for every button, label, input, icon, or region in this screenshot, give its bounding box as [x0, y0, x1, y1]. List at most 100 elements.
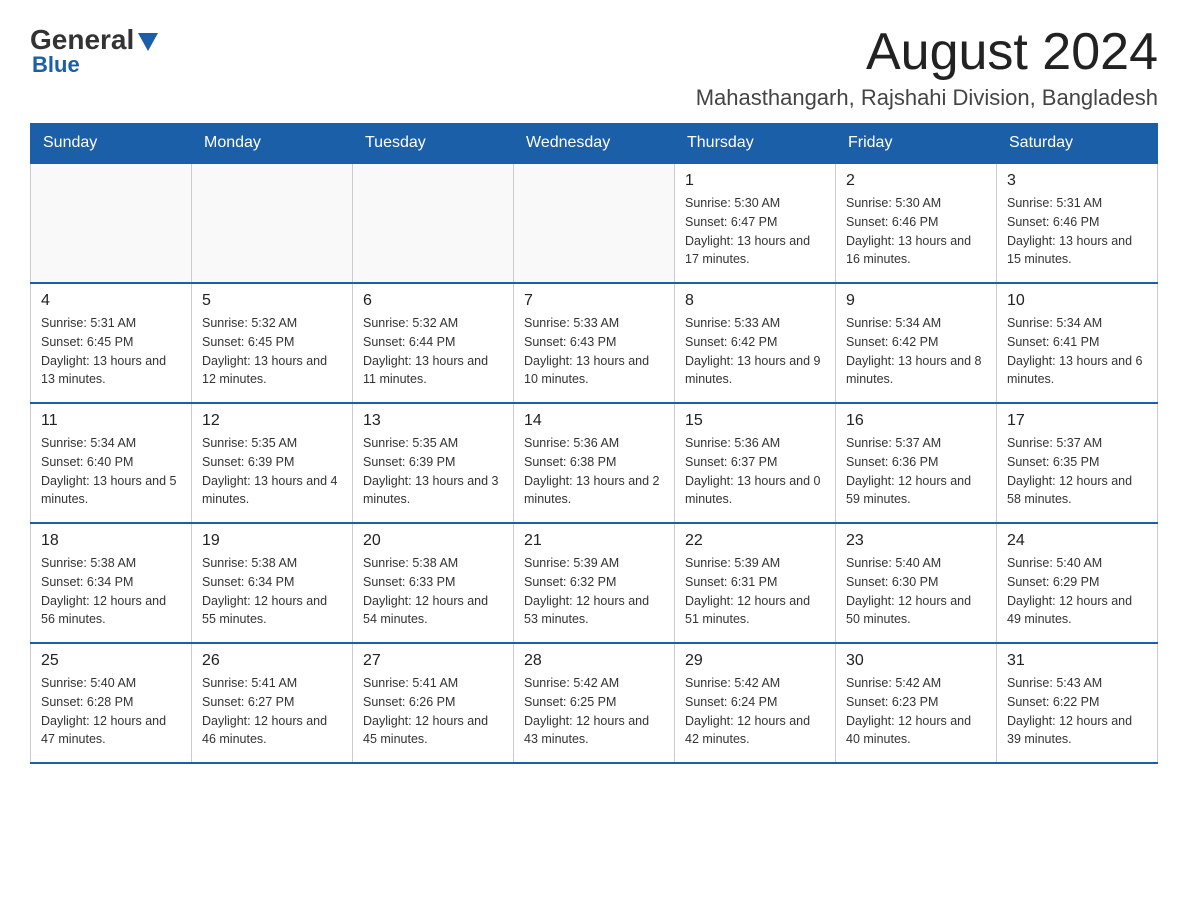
- day-info: Sunrise: 5:42 AM Sunset: 6:23 PM Dayligh…: [846, 674, 986, 749]
- calendar-cell: 30 Sunrise: 5:42 AM Sunset: 6:23 PM Dayli…: [836, 643, 997, 763]
- day-number: 15: [685, 412, 825, 430]
- calendar-cell: 11 Sunrise: 5:34 AM Sunset: 6:40 PM Dayli…: [31, 403, 192, 523]
- calendar-cell: 14 Sunrise: 5:36 AM Sunset: 6:38 PM Dayli…: [514, 403, 675, 523]
- calendar-week-row: 4 Sunrise: 5:31 AM Sunset: 6:45 PM Daylig…: [31, 283, 1158, 403]
- day-info: Sunrise: 5:36 AM Sunset: 6:38 PM Dayligh…: [524, 434, 664, 509]
- day-number: 31: [1007, 652, 1147, 670]
- day-info: Sunrise: 5:34 AM Sunset: 6:40 PM Dayligh…: [41, 434, 181, 509]
- day-number: 10: [1007, 292, 1147, 310]
- calendar-cell: 12 Sunrise: 5:35 AM Sunset: 6:39 PM Dayli…: [192, 403, 353, 523]
- calendar-cell: [514, 163, 675, 283]
- calendar-cell: 29 Sunrise: 5:42 AM Sunset: 6:24 PM Dayli…: [675, 643, 836, 763]
- calendar-cell: 9 Sunrise: 5:34 AM Sunset: 6:42 PM Daylig…: [836, 283, 997, 403]
- day-number: 4: [41, 292, 181, 310]
- calendar-header-friday: Friday: [836, 124, 997, 164]
- day-number: 29: [685, 652, 825, 670]
- day-info: Sunrise: 5:35 AM Sunset: 6:39 PM Dayligh…: [363, 434, 503, 509]
- day-number: 12: [202, 412, 342, 430]
- calendar-cell: 5Sunrise: 5:32 AM Sunset: 6:45 PM Daylig…: [192, 283, 353, 403]
- day-number: 28: [524, 652, 664, 670]
- calendar-cell: 22 Sunrise: 5:39 AM Sunset: 6:31 PM Dayli…: [675, 523, 836, 643]
- day-number: 20: [363, 532, 503, 550]
- day-number: 18: [41, 532, 181, 550]
- day-info: Sunrise: 5:34 AM Sunset: 6:41 PM Dayligh…: [1007, 314, 1147, 389]
- calendar-table: SundayMondayTuesdayWednesdayThursdayFrid…: [30, 123, 1158, 764]
- day-number: 8: [685, 292, 825, 310]
- calendar-cell: 15 Sunrise: 5:36 AM Sunset: 6:37 PM Dayli…: [675, 403, 836, 523]
- day-info: Sunrise: 5:41 AM Sunset: 6:27 PM Dayligh…: [202, 674, 342, 749]
- day-info: Sunrise: 5:33 AM Sunset: 6:43 PM Dayligh…: [524, 314, 664, 389]
- day-info: Sunrise: 5:39 AM Sunset: 6:32 PM Dayligh…: [524, 554, 664, 629]
- calendar-week-row: 1 Sunrise: 5:30 AM Sunset: 6:47 PM Daylig…: [31, 163, 1158, 283]
- day-info: Sunrise: 5:41 AM Sunset: 6:26 PM Dayligh…: [363, 674, 503, 749]
- day-info: Sunrise: 5:32 AM Sunset: 6:44 PM Dayligh…: [363, 314, 503, 389]
- calendar-header-saturday: Saturday: [997, 124, 1158, 164]
- calendar-header-monday: Monday: [192, 124, 353, 164]
- calendar-cell: 24Sunrise: 5:40 AM Sunset: 6:29 PM Dayli…: [997, 523, 1158, 643]
- day-number: 26: [202, 652, 342, 670]
- title-block: August 2024 Mahasthangarh, Rajshahi Divi…: [696, 24, 1158, 111]
- calendar-header-wednesday: Wednesday: [514, 124, 675, 164]
- calendar-cell: 16 Sunrise: 5:37 AM Sunset: 6:36 PM Dayli…: [836, 403, 997, 523]
- logo-triangle-icon: [138, 33, 158, 51]
- calendar-cell: 27 Sunrise: 5:41 AM Sunset: 6:26 PM Dayli…: [353, 643, 514, 763]
- day-info: Sunrise: 5:31 AM Sunset: 6:46 PM Dayligh…: [1007, 194, 1147, 269]
- calendar-header-sunday: Sunday: [31, 124, 192, 164]
- calendar-week-row: 18 Sunrise: 5:38 AM Sunset: 6:34 PM Dayli…: [31, 523, 1158, 643]
- day-number: 30: [846, 652, 986, 670]
- calendar-cell: 7 Sunrise: 5:33 AM Sunset: 6:43 PM Daylig…: [514, 283, 675, 403]
- calendar-cell: 18 Sunrise: 5:38 AM Sunset: 6:34 PM Dayli…: [31, 523, 192, 643]
- calendar-cell: 19Sunrise: 5:38 AM Sunset: 6:34 PM Dayli…: [192, 523, 353, 643]
- day-info: Sunrise: 5:30 AM Sunset: 6:46 PM Dayligh…: [846, 194, 986, 269]
- day-number: 22: [685, 532, 825, 550]
- calendar-cell: 21 Sunrise: 5:39 AM Sunset: 6:32 PM Dayli…: [514, 523, 675, 643]
- calendar-cell: 26 Sunrise: 5:41 AM Sunset: 6:27 PM Dayli…: [192, 643, 353, 763]
- calendar-header-row: SundayMondayTuesdayWednesdayThursdayFrid…: [31, 124, 1158, 164]
- day-info: Sunrise: 5:37 AM Sunset: 6:36 PM Dayligh…: [846, 434, 986, 509]
- day-number: 17: [1007, 412, 1147, 430]
- day-info: Sunrise: 5:39 AM Sunset: 6:31 PM Dayligh…: [685, 554, 825, 629]
- day-info: Sunrise: 5:38 AM Sunset: 6:34 PM Dayligh…: [202, 554, 342, 629]
- calendar-cell: 6Sunrise: 5:32 AM Sunset: 6:44 PM Daylig…: [353, 283, 514, 403]
- day-number: 27: [363, 652, 503, 670]
- calendar-cell: 10 Sunrise: 5:34 AM Sunset: 6:41 PM Dayli…: [997, 283, 1158, 403]
- day-info: Sunrise: 5:35 AM Sunset: 6:39 PM Dayligh…: [202, 434, 342, 509]
- day-info: Sunrise: 5:38 AM Sunset: 6:33 PM Dayligh…: [363, 554, 503, 629]
- calendar-header-tuesday: Tuesday: [353, 124, 514, 164]
- calendar-header-thursday: Thursday: [675, 124, 836, 164]
- day-info: Sunrise: 5:30 AM Sunset: 6:47 PM Dayligh…: [685, 194, 825, 269]
- day-info: Sunrise: 5:40 AM Sunset: 6:30 PM Dayligh…: [846, 554, 986, 629]
- day-info: Sunrise: 5:34 AM Sunset: 6:42 PM Dayligh…: [846, 314, 986, 389]
- day-number: 11: [41, 412, 181, 430]
- day-info: Sunrise: 5:38 AM Sunset: 6:34 PM Dayligh…: [41, 554, 181, 629]
- day-info: Sunrise: 5:36 AM Sunset: 6:37 PM Dayligh…: [685, 434, 825, 509]
- day-number: 21: [524, 532, 664, 550]
- calendar-cell: 13 Sunrise: 5:35 AM Sunset: 6:39 PM Dayli…: [353, 403, 514, 523]
- day-number: 9: [846, 292, 986, 310]
- logo: General Blue: [30, 24, 158, 78]
- calendar-cell: [353, 163, 514, 283]
- day-info: Sunrise: 5:42 AM Sunset: 6:24 PM Dayligh…: [685, 674, 825, 749]
- calendar-week-row: 25Sunrise: 5:40 AM Sunset: 6:28 PM Dayli…: [31, 643, 1158, 763]
- day-info: Sunrise: 5:43 AM Sunset: 6:22 PM Dayligh…: [1007, 674, 1147, 749]
- calendar-cell: 8Sunrise: 5:33 AM Sunset: 6:42 PM Daylig…: [675, 283, 836, 403]
- logo-blue-text: Blue: [30, 52, 80, 78]
- day-number: 1: [685, 172, 825, 190]
- calendar-cell: 3Sunrise: 5:31 AM Sunset: 6:46 PM Daylig…: [997, 163, 1158, 283]
- page-header: General Blue August 2024 Mahasthangarh, …: [30, 24, 1158, 111]
- day-number: 13: [363, 412, 503, 430]
- calendar-cell: 1 Sunrise: 5:30 AM Sunset: 6:47 PM Daylig…: [675, 163, 836, 283]
- day-number: 14: [524, 412, 664, 430]
- day-info: Sunrise: 5:40 AM Sunset: 6:28 PM Dayligh…: [41, 674, 181, 749]
- calendar-cell: 20 Sunrise: 5:38 AM Sunset: 6:33 PM Dayli…: [353, 523, 514, 643]
- calendar-cell: 23 Sunrise: 5:40 AM Sunset: 6:30 PM Dayli…: [836, 523, 997, 643]
- month-year-title: August 2024: [696, 24, 1158, 81]
- day-info: Sunrise: 5:42 AM Sunset: 6:25 PM Dayligh…: [524, 674, 664, 749]
- day-number: 23: [846, 532, 986, 550]
- day-info: Sunrise: 5:31 AM Sunset: 6:45 PM Dayligh…: [41, 314, 181, 389]
- day-info: Sunrise: 5:40 AM Sunset: 6:29 PM Dayligh…: [1007, 554, 1147, 629]
- day-number: 5: [202, 292, 342, 310]
- calendar-cell: 17Sunrise: 5:37 AM Sunset: 6:35 PM Dayli…: [997, 403, 1158, 523]
- day-number: 7: [524, 292, 664, 310]
- day-number: 16: [846, 412, 986, 430]
